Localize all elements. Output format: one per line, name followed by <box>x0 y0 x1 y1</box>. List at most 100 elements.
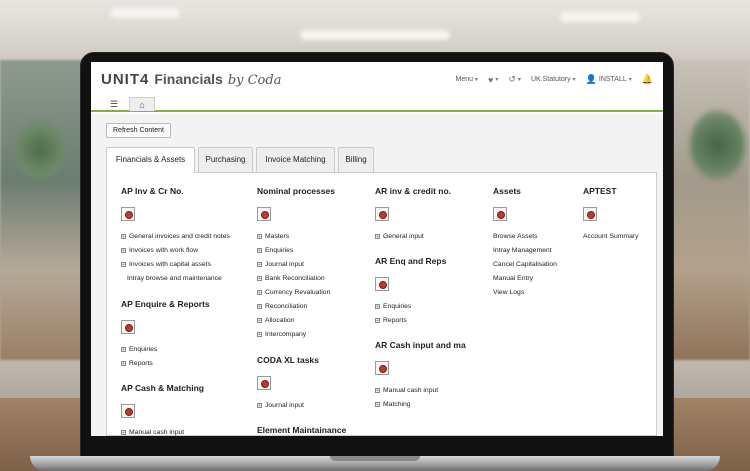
user-icon: 👤 <box>585 74 597 84</box>
link-item[interactable]: + Journal input <box>257 261 304 268</box>
link-item[interactable]: + Allocation <box>257 317 294 324</box>
expand-icon: + <box>257 290 262 296</box>
expand-icon: + <box>121 248 126 254</box>
section-title: AR Enq and Reps <box>375 256 447 266</box>
chevron-down-icon: ▾ <box>628 77 632 83</box>
refresh-content-button[interactable]: Refresh Content <box>106 123 171 138</box>
section-launch-icon[interactable] <box>121 404 135 418</box>
favorites-dropdown[interactable]: ♥ ▾ <box>488 75 498 85</box>
link-item[interactable]: + Manual cash input <box>121 429 184 436</box>
tab-panel: AP Inv & Cr No. + General invoices and cr… <box>106 172 657 436</box>
section-title: AP Enquire & Reports <box>121 299 210 309</box>
section-launch-icon[interactable] <box>375 361 389 375</box>
section-launch-icon[interactable] <box>583 207 597 221</box>
link-item[interactable]: + Enquiries <box>257 247 293 254</box>
tab-list-view[interactable]: ☰ <box>101 97 127 111</box>
notifications-button[interactable]: 🔔 <box>642 74 653 85</box>
link-item[interactable]: + Reports <box>375 317 407 324</box>
home-icon: ⌂ <box>139 100 145 110</box>
link-item[interactable]: + General invoices and credit notes <box>121 233 230 240</box>
expand-icon: + <box>375 234 380 240</box>
link-item[interactable]: + Invoices with capital assets <box>121 261 211 268</box>
expand-icon: + <box>121 347 126 353</box>
section-title: APTEST <box>583 186 617 196</box>
link-item[interactable]: + Enquiries <box>121 346 157 353</box>
expand-icon: + <box>121 430 126 436</box>
history-dropdown[interactable]: ↺ ▾ <box>508 74 521 85</box>
company-label: UK.Statutory <box>530 76 571 83</box>
company-dropdown[interactable]: UK.Statutory ▾ <box>531 76 576 83</box>
bell-icon: 🔔 <box>641 74 653 84</box>
app-header: UNIT4 Financials by Coda Menu ▾ ♥ ▾ ↺ ▾ … <box>91 62 663 96</box>
expand-icon: + <box>257 276 262 282</box>
chevron-down-icon: ▾ <box>517 77 521 83</box>
expand-icon: + <box>375 318 380 324</box>
heart-icon: ♥ <box>488 74 494 85</box>
tab-billing[interactable]: Billing <box>338 147 374 172</box>
user-dropdown[interactable]: 👤 INSTALL ▾ <box>586 74 632 85</box>
link-item[interactable]: + Manual cash input <box>375 387 438 394</box>
tab-home[interactable]: ⌂ <box>129 97 155 111</box>
link-item[interactable]: + General input <box>375 233 424 240</box>
app-window: UNIT4 Financials by Coda Menu ▾ ♥ ▾ ↺ ▾ … <box>91 62 663 436</box>
expand-icon: + <box>121 234 126 240</box>
link-item[interactable]: + Enquiries <box>375 303 411 310</box>
expand-icon: + <box>257 332 262 338</box>
link-item[interactable]: + Intercompany <box>257 331 306 338</box>
section-title: AR inv & credit no. <box>375 186 452 196</box>
section-title: CODA XL tasks <box>257 355 319 365</box>
background-ceiling-light <box>110 8 180 18</box>
app-logo: UNIT4 Financials by Coda <box>101 71 281 88</box>
menu-dropdown[interactable]: Menu ▾ <box>456 76 479 83</box>
link-item[interactable]: Intray browse and maintenance <box>127 275 222 282</box>
link-item[interactable]: + Masters <box>257 233 289 240</box>
link-item[interactable]: + Invoices with work flow <box>121 247 198 254</box>
link-item[interactable]: + Currency Revaluation <box>257 289 330 296</box>
section-launch-icon[interactable] <box>121 320 135 334</box>
section-launch-icon[interactable] <box>375 277 389 291</box>
background-ceiling-light <box>560 12 640 22</box>
expand-icon: + <box>375 304 380 310</box>
section-launch-icon[interactable] <box>257 376 271 390</box>
section-launch-icon[interactable] <box>375 207 389 221</box>
tab-invoice-matching[interactable]: Invoice Matching <box>256 147 335 172</box>
link-item[interactable]: + Reconciliation <box>257 303 307 310</box>
section-launch-icon[interactable] <box>493 207 507 221</box>
expand-icon: + <box>121 262 126 268</box>
link-item[interactable]: + Reports <box>121 360 153 367</box>
section-launch-icon[interactable] <box>257 207 271 221</box>
link-item[interactable]: + Journal input <box>257 402 304 409</box>
section-title: Element Maintainance <box>257 425 347 435</box>
expand-icon: + <box>257 304 262 310</box>
chevron-down-icon: ▾ <box>475 77 479 83</box>
link-item[interactable]: Intray Management <box>493 247 552 254</box>
home-content: Refresh Content Financials & Assets Purc… <box>91 114 663 436</box>
link-item[interactable]: View Logs <box>493 289 524 296</box>
link-item[interactable]: Browse Assets <box>493 233 538 240</box>
background-office-right <box>665 60 750 360</box>
link-item[interactable]: Cancel Capitalisation <box>493 261 557 268</box>
link-item[interactable]: + Bank Reconciliation <box>257 275 325 282</box>
header-nav: Menu ▾ ♥ ▾ ↺ ▾ UK.Statutory ▾ 👤 INSTALL … <box>456 74 654 85</box>
expand-icon: + <box>121 361 126 367</box>
link-item[interactable]: + Matching <box>375 401 411 408</box>
user-label: INSTALL <box>598 76 627 83</box>
expand-icon: + <box>257 403 262 409</box>
chevron-down-icon: ▾ <box>572 77 576 83</box>
tab-financials-assets[interactable]: Financials & Assets <box>106 147 195 173</box>
logo-product: Financials <box>154 71 223 87</box>
link-item[interactable]: Account Summary <box>583 233 639 240</box>
page-tab-bar: ☰ ⌂ <box>91 96 663 112</box>
logo-by-coda: by Coda <box>227 73 282 88</box>
tab-purchasing[interactable]: Purchasing <box>198 147 253 172</box>
section-title: Assets <box>493 186 521 196</box>
section-title: AP Inv & Cr No. <box>121 186 184 196</box>
section-launch-icon[interactable] <box>121 207 135 221</box>
expand-icon: + <box>375 388 380 394</box>
laptop-notch <box>330 456 420 461</box>
expand-icon: + <box>375 402 380 408</box>
section-title: AR Cash input and ma <box>375 340 466 350</box>
section-title: Nominal processes <box>257 186 335 196</box>
background-office-left <box>0 60 85 360</box>
link-item[interactable]: Manual Entry <box>493 275 533 282</box>
